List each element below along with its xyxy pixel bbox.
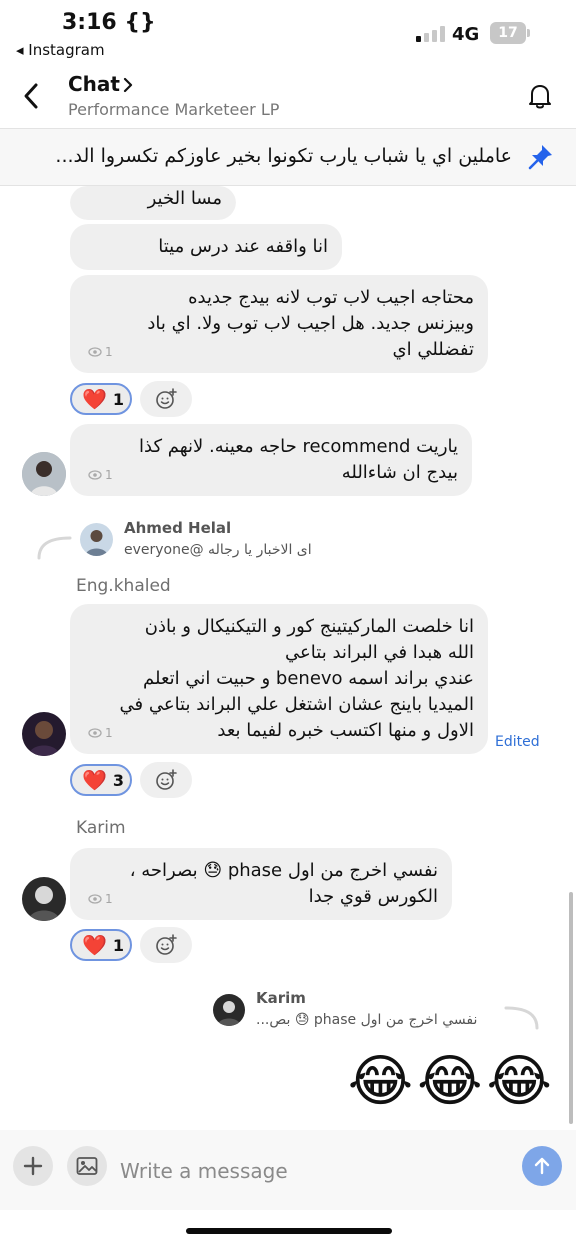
sender-name: Karim xyxy=(76,818,126,838)
channel-subtitle: Performance Marketeer LP xyxy=(68,100,280,119)
add-reaction-button[interactable] xyxy=(140,927,192,963)
add-reaction-icon xyxy=(156,934,177,955)
back-to-instagram-link[interactable]: ◂ Instagram xyxy=(16,41,105,59)
reply-preview-text[interactable]: نفسي اخرج من اول phase 😓 بص... xyxy=(256,1012,477,1028)
reply-connector-icon xyxy=(504,1006,539,1030)
add-reaction-icon xyxy=(156,388,177,409)
chat-title-button[interactable]: Chat xyxy=(68,72,148,98)
notifications-bell-icon[interactable] xyxy=(524,80,556,112)
status-time: 3:16 {} xyxy=(62,10,156,35)
add-attachment-button[interactable] xyxy=(13,1146,53,1186)
reaction-count: 1 xyxy=(112,389,125,409)
seen-count: 1 xyxy=(88,720,113,746)
eye-icon xyxy=(88,728,102,738)
reply-avatar xyxy=(213,994,245,1026)
home-indicator xyxy=(186,1228,392,1234)
reaction-count: 1 xyxy=(112,935,125,955)
sender-name: Eng.khaled xyxy=(76,576,171,596)
avatar[interactable] xyxy=(22,877,66,921)
add-reaction-button[interactable] xyxy=(140,381,192,417)
avatar[interactable] xyxy=(22,712,66,756)
message-bubble[interactable]: انا خلصت الماركيتينج كور و التيكنيكال و … xyxy=(70,604,488,754)
message-bubble[interactable]: انا واقفه عند درس ميتا xyxy=(70,224,342,270)
message-text: انا خلصت الماركيتينج كور و التيكنيكال و … xyxy=(119,616,475,741)
heart-reaction-button[interactable]: ❤️ 1 xyxy=(70,929,132,961)
message-bubble[interactable]: محتاجه اجيب لاب توب لانه بيدج جديده وبيز… xyxy=(70,275,488,373)
photo-button[interactable] xyxy=(67,1146,107,1186)
chat-title: Chat xyxy=(68,72,120,96)
add-reaction-button[interactable] xyxy=(140,762,192,798)
message-text: ياريت recommend حاجه معينه. لانهم كذا بي… xyxy=(139,436,458,483)
message-text: انا واقفه عند درس ميتا xyxy=(158,236,328,257)
eye-icon xyxy=(88,894,102,904)
emoji-message[interactable]: 😂😂😂 xyxy=(344,1048,556,1116)
battery-tip xyxy=(527,29,530,37)
add-reaction-icon xyxy=(156,769,177,790)
message-input[interactable] xyxy=(118,1150,512,1192)
pin-icon xyxy=(528,145,552,170)
edited-label: Edited xyxy=(495,734,540,750)
message-bubble[interactable]: ياريت recommend حاجه معينه. لانهم كذا بي… xyxy=(70,424,472,496)
heart-reaction-icon: ❤️ xyxy=(82,768,107,792)
eye-icon xyxy=(88,347,102,357)
pinned-message-text: عاملين اي يا شباب يارب تكونوا بخير عاوزك… xyxy=(55,145,512,167)
seen-count: 1 xyxy=(88,886,113,912)
message-text: مسا الخير xyxy=(147,188,222,209)
seen-count: 1 xyxy=(88,462,113,488)
heart-reaction-button[interactable]: ❤️ 1 xyxy=(70,383,132,415)
battery-icon: 17 xyxy=(490,22,526,44)
scrollbar[interactable] xyxy=(569,892,573,1124)
signal-icon xyxy=(416,26,446,42)
eye-icon xyxy=(88,470,102,480)
heart-reaction-icon: ❤️ xyxy=(82,387,107,411)
back-chevron-icon[interactable] xyxy=(18,80,46,112)
reply-preview-text[interactable]: اى الاخبار يا رجاله @everyone xyxy=(124,542,312,558)
network-type: 4G xyxy=(452,24,480,45)
heart-reaction-icon: ❤️ xyxy=(82,933,107,957)
reply-connector-icon xyxy=(37,536,72,560)
seen-count: 1 xyxy=(88,339,113,365)
message-text: نفسي اخرج من اول phase 😓 بصراحه ، الكورس… xyxy=(129,860,438,907)
send-arrow-icon xyxy=(534,1157,550,1175)
image-icon xyxy=(76,1157,98,1175)
pinned-message-banner[interactable]: عاملين اي يا شباب يارب تكونوا بخير عاوزك… xyxy=(0,128,576,186)
chevron-right-icon xyxy=(123,77,133,93)
message-bubble[interactable]: نفسي اخرج من اول phase 😓 بصراحه ، الكورس… xyxy=(70,848,452,920)
composer-bar xyxy=(0,1130,576,1210)
reply-sender-name: Karim xyxy=(256,989,306,1007)
heart-reaction-button[interactable]: ❤️ 3 xyxy=(70,764,132,796)
message-text: محتاجه اجيب لاب توب لانه بيدج جديده وبيز… xyxy=(147,287,474,360)
plus-icon xyxy=(23,1156,43,1176)
reaction-count: 3 xyxy=(112,770,125,790)
reply-avatar xyxy=(80,523,113,556)
send-button[interactable] xyxy=(522,1146,562,1186)
reply-sender-name: Ahmed Helal xyxy=(124,519,232,537)
avatar[interactable] xyxy=(22,452,66,496)
